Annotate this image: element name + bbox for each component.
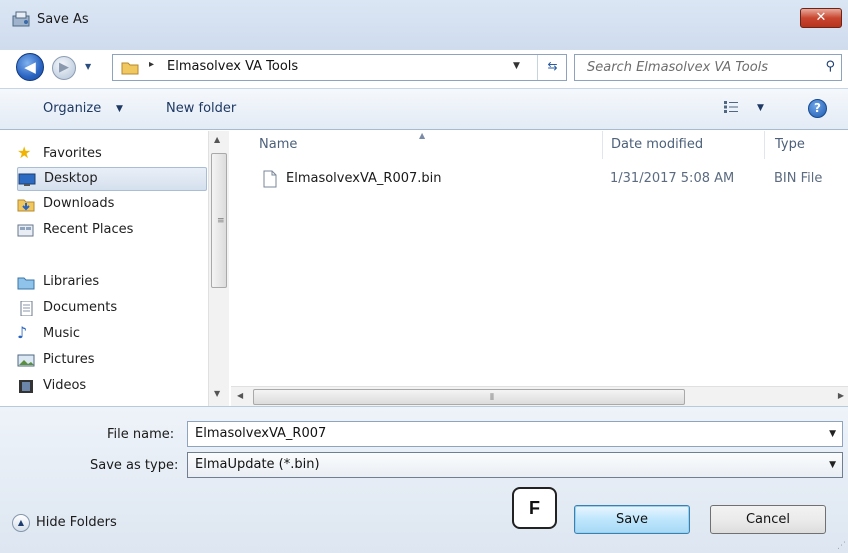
- libraries-icon: [17, 277, 35, 290]
- column-header-type[interactable]: Type: [765, 131, 848, 159]
- organize-chevron-icon[interactable]: ▼: [116, 104, 123, 114]
- videos-icon: [19, 380, 33, 393]
- command-bar: Organize ▼ New folder ▼ ?: [0, 88, 848, 130]
- search-box[interactable]: Search Elmasolvex VA Tools ⚲: [574, 54, 842, 81]
- recent-locations-chevron-icon[interactable]: ▼: [85, 62, 95, 72]
- nav-item-desktop[interactable]: Desktop: [17, 167, 207, 191]
- column-header-label: Name: [259, 137, 298, 152]
- search-icon[interactable]: ⚲: [825, 59, 835, 74]
- music-icon: ♪: [17, 323, 28, 342]
- help-icon[interactable]: ?: [808, 99, 827, 118]
- window-title: Save As: [37, 12, 89, 27]
- file-icon: [263, 170, 277, 188]
- refresh-icon[interactable]: ⇆: [537, 55, 567, 80]
- file-name-chevron-icon[interactable]: ▼: [829, 429, 836, 439]
- star-icon: ★: [17, 143, 32, 162]
- documents-icon: [20, 301, 33, 316]
- nav-item-music[interactable]: ♪ Music: [17, 323, 207, 347]
- save-as-dialog: Save As ✕ ◀ ▶ ▼ ▸ Elmasolvex VA Tools ▼ …: [0, 0, 848, 553]
- save-as-app-icon: [12, 11, 30, 27]
- nav-item-label: Music: [43, 326, 80, 341]
- nav-item-videos[interactable]: Videos: [17, 375, 207, 399]
- scroll-right-arrow-icon[interactable]: ▶: [838, 391, 844, 400]
- organize-button[interactable]: Organize: [43, 101, 101, 116]
- nav-item-downloads[interactable]: Downloads: [17, 193, 207, 217]
- file-list-horizontal-scrollbar[interactable]: ◀ ⦀ ▶: [231, 386, 848, 406]
- grip-icon: ⦀: [490, 393, 494, 403]
- address-dropdown-chevron-icon[interactable]: ▼: [513, 61, 520, 71]
- scroll-left-arrow-icon[interactable]: ◀: [237, 391, 243, 400]
- file-list: Name ▲ Date modified Type ElmasolvexVA_R…: [231, 131, 848, 386]
- cancel-button[interactable]: Cancel: [710, 505, 826, 534]
- views-chevron-icon[interactable]: ▼: [757, 103, 764, 113]
- nav-item-libraries[interactable]: Libraries: [17, 271, 207, 295]
- file-name-value[interactable]: ElmasolvexVA_R007: [195, 426, 326, 441]
- address-bar[interactable]: ▸ Elmasolvex VA Tools ▼ ⇆: [112, 54, 567, 81]
- nav-item-label: Recent Places: [43, 222, 134, 237]
- nav-item-label: Downloads: [43, 196, 115, 211]
- save-as-type-label: Save as type:: [90, 458, 179, 473]
- file-row[interactable]: ElmasolvexVA_R007.bin 1/31/2017 5:08 AM …: [257, 169, 847, 191]
- nav-item-recent-places[interactable]: Recent Places: [17, 219, 207, 243]
- annotation-marker: F: [512, 487, 557, 529]
- file-type: BIN File: [774, 171, 823, 186]
- pictures-icon: [17, 354, 35, 367]
- change-view-icon[interactable]: [724, 101, 738, 113]
- scrollbar-thumb[interactable]: ⦀: [253, 389, 685, 405]
- hide-folders-button[interactable]: Hide Folders: [36, 515, 117, 530]
- forward-arrow-icon[interactable]: ▶: [52, 56, 76, 80]
- chevron-up-icon[interactable]: ▲: [12, 514, 30, 532]
- save-as-type-chevron-icon[interactable]: ▼: [829, 460, 836, 470]
- nav-item-label: Favorites: [43, 146, 102, 161]
- recent-places-icon: [17, 224, 34, 237]
- scrollbar-thumb[interactable]: ≡: [211, 153, 227, 288]
- nav-item-favorites[interactable]: ★ Favorites: [17, 143, 207, 167]
- save-as-type-value: ElmaUpdate (*.bin): [195, 457, 320, 472]
- title-bar: Save As ✕ ◀ ▶ ▼ ▸ Elmasolvex VA Tools ▼ …: [0, 0, 848, 81]
- desktop-icon: [18, 173, 36, 186]
- save-as-type-select[interactable]: ElmaUpdate (*.bin) ▼: [187, 452, 843, 478]
- nav-item-label: Documents: [43, 300, 118, 315]
- file-date-modified: 1/31/2017 5:08 AM: [610, 171, 735, 186]
- nav-item-documents[interactable]: Documents: [17, 297, 207, 321]
- column-header-label: Type: [775, 137, 805, 152]
- column-header-label: Date modified: [611, 137, 704, 152]
- navigation-pane-scrollbar[interactable]: ▲ ≡ ▼: [208, 131, 229, 406]
- grip-icon: ≡: [217, 216, 225, 226]
- downloads-icon: [17, 199, 35, 212]
- nav-item-label: Desktop: [44, 171, 98, 186]
- nav-item-label: Libraries: [43, 274, 100, 289]
- column-header-name[interactable]: Name ▲: [231, 131, 603, 159]
- nav-item-label: Videos: [43, 378, 87, 393]
- breadcrumb-current-folder[interactable]: Elmasolvex VA Tools: [167, 59, 298, 74]
- close-button[interactable]: ✕: [800, 8, 842, 28]
- search-input[interactable]: Search Elmasolvex VA Tools: [587, 60, 768, 75]
- folder-icon: [121, 62, 139, 75]
- scroll-up-arrow-icon[interactable]: ▲: [214, 135, 220, 144]
- scroll-down-arrow-icon[interactable]: ▼: [214, 389, 220, 398]
- back-arrow-icon[interactable]: ◀: [16, 53, 44, 81]
- file-name-field[interactable]: ElmasolvexVA_R007 ▼: [187, 421, 843, 447]
- file-name: ElmasolvexVA_R007.bin: [286, 171, 442, 186]
- nav-item-label: Pictures: [43, 352, 95, 367]
- nav-item-pictures[interactable]: Pictures: [17, 349, 207, 373]
- navigation-pane: ★ Favorites Desktop Downloads Recent Pla…: [0, 131, 231, 406]
- file-name-label: File name:: [107, 427, 175, 442]
- breadcrumb-separator: ▸: [149, 59, 155, 70]
- sort-ascending-icon: ▲: [419, 131, 426, 140]
- save-button[interactable]: Save: [574, 505, 690, 534]
- resize-grip-icon[interactable]: ⋰: [837, 541, 846, 551]
- new-folder-button[interactable]: New folder: [166, 101, 236, 116]
- column-header-date-modified[interactable]: Date modified: [603, 131, 765, 159]
